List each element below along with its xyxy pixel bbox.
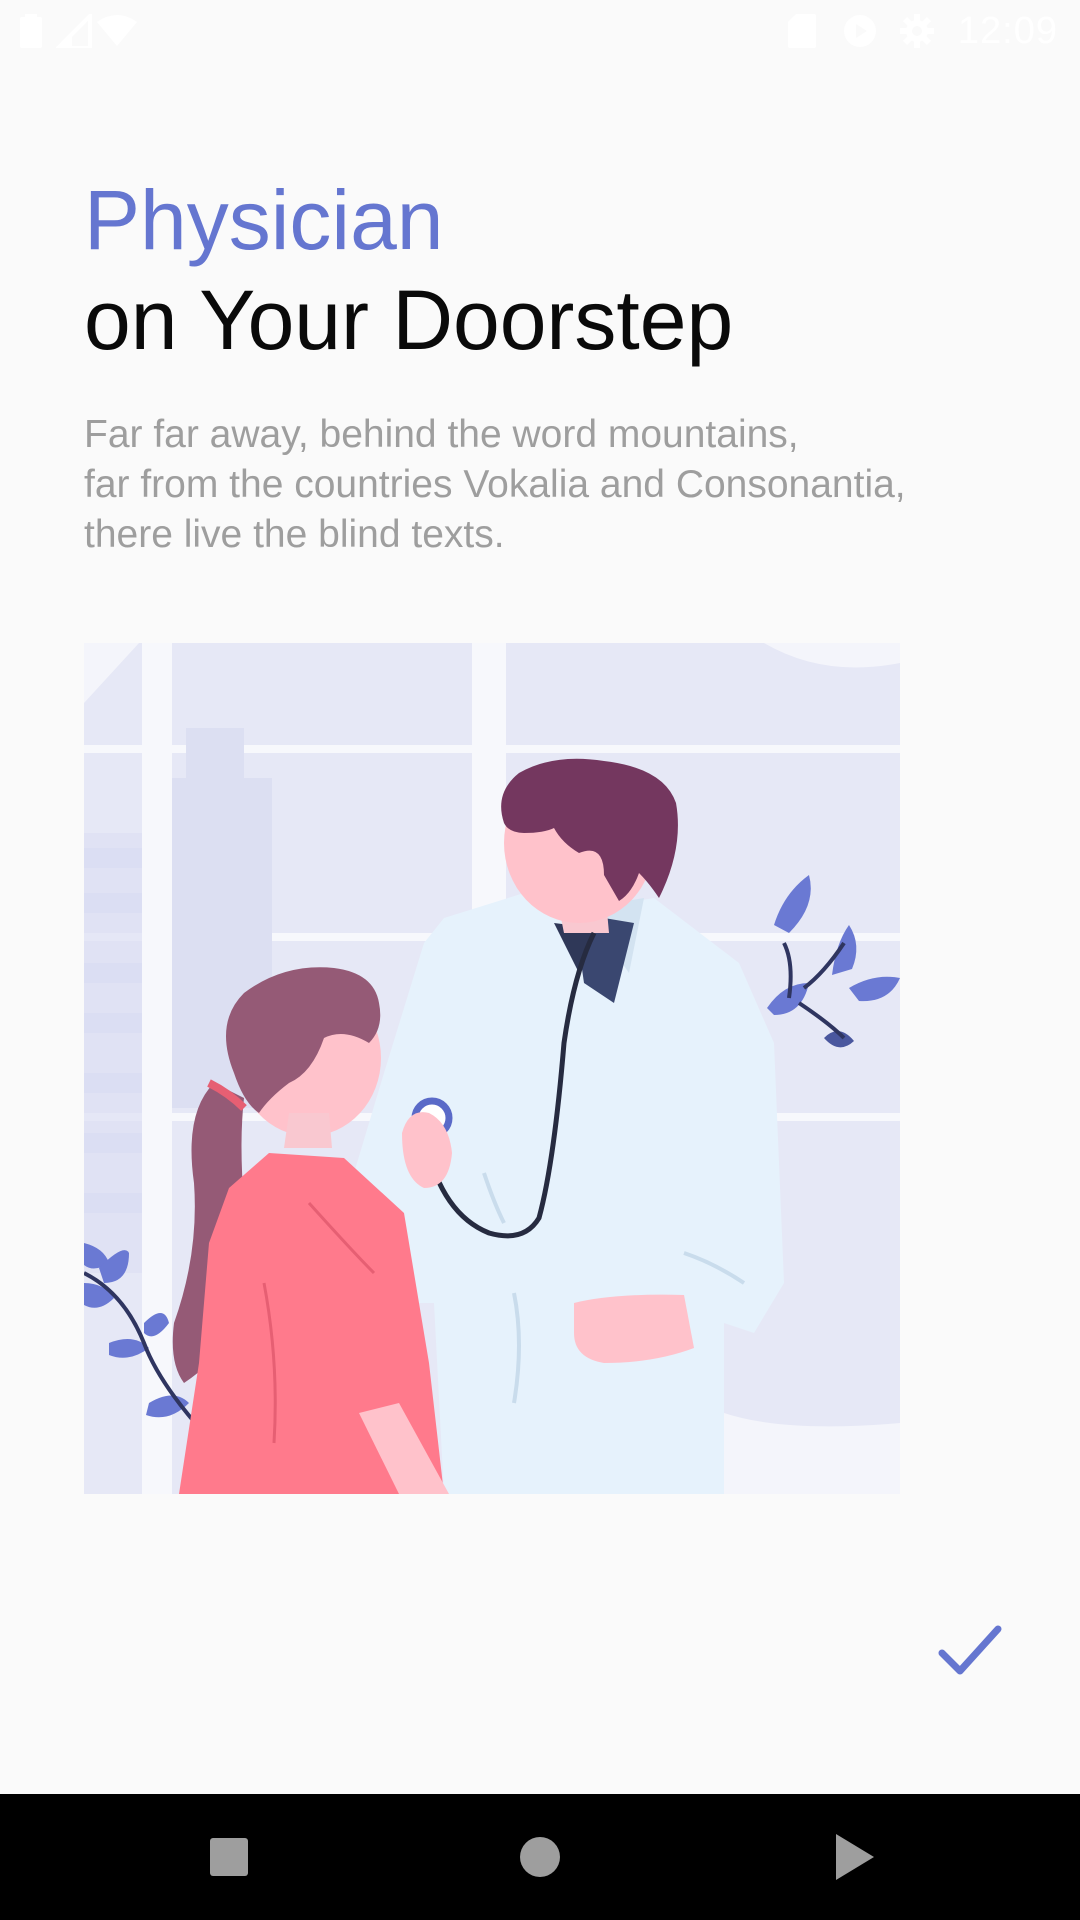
doctor-patient-illustration: [84, 643, 900, 1494]
done-button[interactable]: [930, 1610, 1010, 1690]
headline-main: on Your Doorstep: [84, 273, 734, 367]
description-line: there live the blind texts.: [84, 513, 505, 556]
status-bar: 12:09: [0, 0, 1080, 62]
sd-card-icon: [788, 14, 816, 48]
status-time: 12:09: [957, 10, 1058, 52]
signal-icon: [56, 14, 92, 48]
check-icon: [938, 1625, 1002, 1675]
play-store-icon: [844, 15, 876, 47]
description-line: far from the countries Vokalia and Conso…: [84, 463, 906, 506]
home-icon[interactable]: [505, 1822, 575, 1892]
navigation-bar: [0, 1794, 1080, 1920]
settings-icon: [900, 14, 934, 48]
description-line: Far far away, behind the word mountains,: [84, 413, 799, 456]
headline-accent: Physician: [84, 173, 444, 267]
wifi-icon: [97, 15, 137, 46]
battery-icon: [20, 14, 42, 48]
recent-apps-icon[interactable]: [194, 1822, 264, 1892]
back-icon[interactable]: [818, 1822, 888, 1892]
description: Far far away, behind the word mountains,…: [84, 410, 1024, 560]
